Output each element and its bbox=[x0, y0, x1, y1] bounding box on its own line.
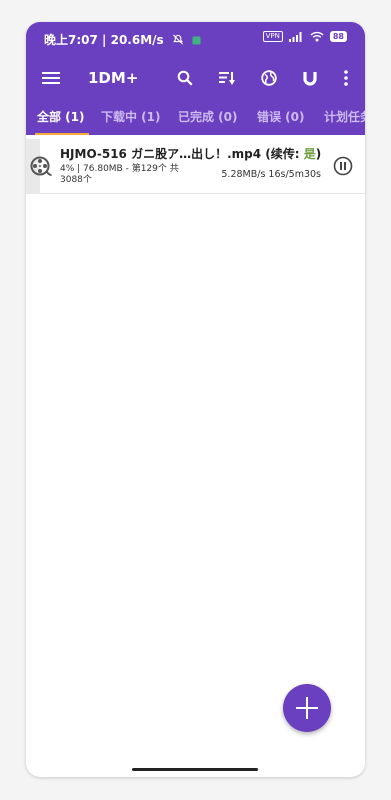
sort-icon[interactable] bbox=[216, 56, 238, 100]
download-speed: 5.28MB/s 16s/5m30s bbox=[221, 169, 321, 180]
magnet-icon[interactable] bbox=[299, 56, 321, 100]
film-reel-icon bbox=[30, 156, 52, 176]
signal-icon bbox=[288, 31, 302, 42]
tab-scheduled[interactable]: 计划任务 bbox=[324, 102, 365, 135]
tab-downloading[interactable]: 下载中 (1) bbox=[101, 102, 161, 135]
app-title: 1DM+ bbox=[88, 69, 139, 87]
wifi-icon bbox=[310, 31, 324, 42]
download-meta: 4% | 76.80MB - 第129个 共 3088个 bbox=[60, 164, 179, 185]
add-download-button[interactable] bbox=[283, 684, 331, 732]
more-vert-icon[interactable] bbox=[338, 56, 354, 100]
tab-completed[interactable]: 已完成 (0) bbox=[178, 102, 238, 135]
download-list-item[interactable]: HJMO-516 ガニ股ア…出し！.mp4 (续传: 是) 4% | 76.80… bbox=[26, 139, 365, 194]
status-right: VPN 88 bbox=[262, 31, 347, 42]
globe-icon[interactable] bbox=[258, 56, 280, 100]
app-bar: 晚上7:07 | 20.6M/s VPN 88 1DM+ 全部 (1) 下载中 … bbox=[26, 22, 365, 135]
tab-bar: 全部 (1) 下载中 (1) 已完成 (0) 错误 (0) 计划任务 bbox=[26, 102, 365, 135]
tab-all[interactable]: 全部 (1) bbox=[35, 102, 88, 135]
app-window: 晚上7:07 | 20.6M/s VPN 88 1DM+ 全部 (1) 下载中 … bbox=[26, 22, 365, 777]
download-name-end: ) bbox=[315, 147, 322, 161]
do-not-disturb-icon bbox=[172, 34, 183, 45]
battery-level: 88 bbox=[329, 31, 347, 42]
hamburger-menu-icon[interactable] bbox=[40, 56, 62, 100]
status-left: 晚上7:07 | 20.6M/s bbox=[44, 31, 201, 48]
download-file-name: HJMO-516 ガニ股ア…出し！.mp4 (续传: 是) bbox=[60, 145, 321, 162]
tab-errors[interactable]: 错误 (0) bbox=[257, 102, 305, 135]
resume-status: 是 bbox=[303, 147, 316, 161]
status-time: 晚上7:07 bbox=[44, 33, 98, 47]
pause-icon[interactable] bbox=[333, 156, 353, 176]
toolbar: 1DM+ bbox=[26, 56, 365, 100]
search-icon[interactable] bbox=[174, 56, 196, 100]
status-bar: 晚上7:07 | 20.6M/s VPN 88 bbox=[26, 22, 365, 56]
download-name-text: HJMO-516 ガニ股ア…出し！.mp4 (续传: bbox=[60, 147, 304, 161]
add-icon bbox=[296, 697, 318, 719]
status-network-speed: | 20.6M/s bbox=[102, 33, 164, 47]
app-notification-icon bbox=[192, 36, 201, 45]
home-indicator[interactable] bbox=[132, 768, 258, 771]
vpn-badge: VPN bbox=[262, 31, 283, 42]
